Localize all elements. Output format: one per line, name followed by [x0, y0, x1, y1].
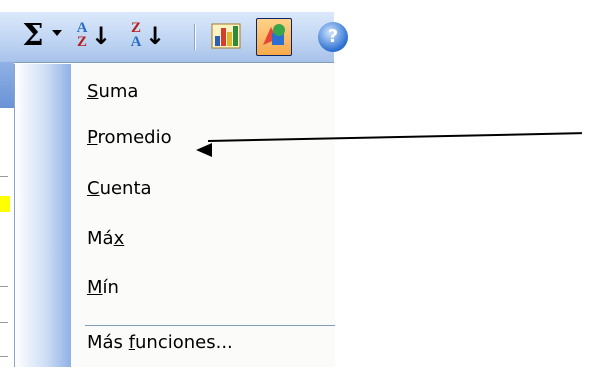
menu-separator — [85, 325, 335, 326]
menu-item-promedio-mnemonic: P — [87, 127, 98, 148]
worksheet-header-band — [0, 62, 14, 108]
annotation-arrowhead — [196, 143, 212, 157]
toolbar-separator — [194, 24, 196, 50]
menu-item-min[interactable]: Mín — [87, 277, 119, 317]
menu-item-min-mnemonic: M — [87, 277, 103, 298]
sort-descending-button[interactable]: Z A ↓ — [126, 21, 168, 51]
grid-line — [0, 356, 8, 357]
menu-item-promedio-rest: romedio — [97, 127, 172, 148]
grid-line — [0, 322, 8, 323]
sort-ascending-icon: ↓ — [91, 22, 112, 50]
chart-wizard-button[interactable] — [210, 20, 244, 52]
grid-line — [0, 286, 8, 287]
menu-item-suma[interactable]: Suma — [87, 81, 138, 121]
drawing-button[interactable] — [256, 18, 292, 56]
menu-item-max[interactable]: Máx — [87, 228, 124, 268]
menu-item-mas-funciones-rest: unciones... — [135, 332, 233, 353]
sort-ascending-button[interactable]: A Z ↓ — [72, 21, 114, 51]
grid-line — [0, 176, 8, 177]
sort-desc-letter-a: A — [130, 34, 142, 50]
highlighted-cell-edge — [0, 196, 10, 212]
menu-item-cuenta[interactable]: Cuenta — [87, 178, 152, 218]
menu-item-min-rest: ín — [102, 277, 119, 298]
menu-item-mas-funciones-prefix: Más — [87, 332, 129, 353]
autosum-dropdown-menu: Suma Promedio Cuenta Máx Mín Más funcion… — [14, 64, 335, 367]
menu-item-max-mnemonic: x — [113, 228, 125, 249]
standard-toolbar: Σ A Z ↓ Z A ↓ ? — [0, 12, 348, 63]
sort-asc-letter-z: Z — [76, 34, 87, 50]
menu-item-suma-rest: uma — [98, 81, 139, 102]
menu-icon-gutter — [15, 64, 71, 367]
autosum-dropdown-arrow-icon[interactable] — [52, 30, 62, 36]
menu-item-cuenta-mnemonic: C — [87, 178, 100, 199]
menu-item-max-prefix: Má — [87, 228, 114, 249]
menu-item-cuenta-rest: uenta — [99, 178, 152, 199]
sort-descending-icon: ↓ — [145, 22, 166, 50]
help-icon[interactable]: ? — [318, 22, 348, 52]
menu-item-mas-funciones[interactable]: Más funciones... — [87, 332, 233, 372]
autosum-button[interactable]: Σ — [20, 18, 46, 54]
menu-item-suma-mnemonic: S — [87, 81, 99, 102]
drawing-shapes-icon — [263, 24, 285, 45]
chart-wizard-icon — [211, 23, 241, 49]
menu-item-promedio[interactable]: Promedio — [87, 127, 172, 167]
